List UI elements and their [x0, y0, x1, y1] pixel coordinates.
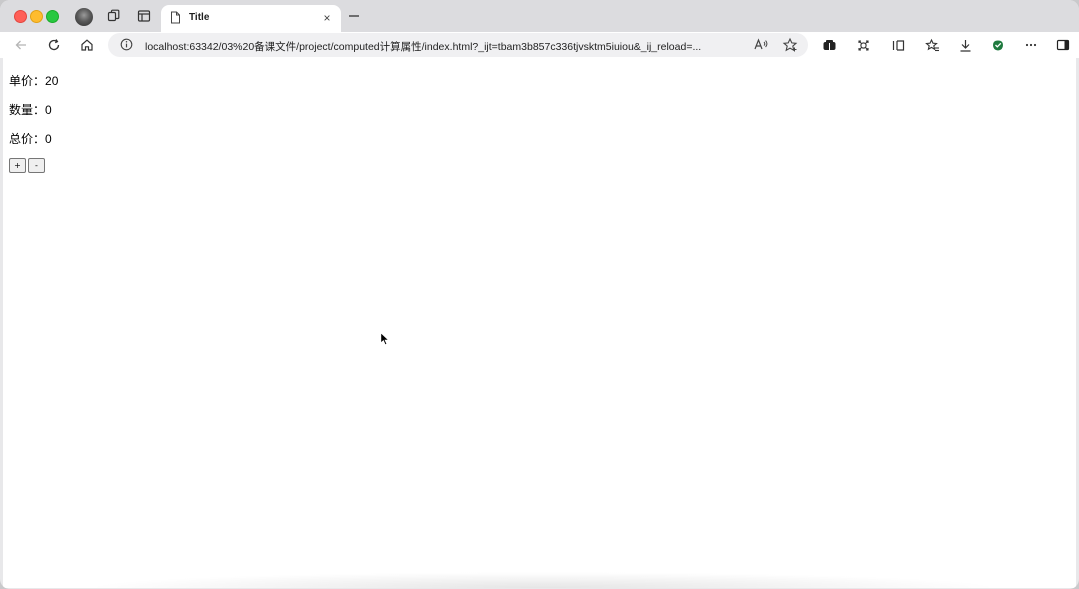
tab-title: Title: [189, 12, 210, 23]
price-value: 20: [45, 74, 59, 88]
tab-close-glyph: ×: [323, 11, 331, 25]
increment-button[interactable]: +: [9, 158, 26, 173]
workspaces-icon[interactable]: [105, 7, 123, 25]
tab-close-icon[interactable]: ×: [320, 11, 334, 25]
tab-strip: Title ×: [0, 0, 1079, 32]
decrement-button[interactable]: -: [28, 158, 45, 173]
vertical-tabs-icon[interactable]: [135, 7, 153, 25]
page-icon: [170, 11, 181, 24]
sync-icon[interactable]: [854, 36, 872, 54]
home-icon[interactable]: [78, 36, 96, 54]
browser-essentials-icon[interactable]: [989, 36, 1007, 54]
quantity-value: 0: [45, 103, 52, 117]
more-icon[interactable]: [1022, 36, 1040, 54]
favorites-icon[interactable]: [923, 36, 941, 54]
back-icon[interactable]: [12, 36, 30, 54]
total-row: 总价：0: [9, 130, 52, 147]
info-icon[interactable]: [120, 38, 133, 51]
split-screen-icon[interactable]: [889, 36, 907, 54]
new-tab-icon: [349, 15, 359, 17]
read-aloud-icon[interactable]: [753, 37, 769, 53]
sidebar-icon[interactable]: [1054, 36, 1072, 54]
total-value: 0: [45, 132, 52, 146]
total-label: 总价：: [9, 132, 46, 146]
browser-window: Title × localhost:63342/03%20备课文件/projec…: [0, 0, 1079, 589]
page-content: 单价：20 数量：0 总价：0 + -: [3, 58, 1076, 588]
profile-avatar[interactable]: [75, 8, 93, 26]
maximize-window-button[interactable]: [46, 10, 59, 23]
quantity-row: 数量：0: [9, 101, 52, 118]
bottom-shadow: [83, 572, 1003, 588]
favorite-star-icon[interactable]: [782, 37, 798, 53]
url-text: localhost:63342/03%20备课文件/project/comput…: [145, 41, 702, 53]
price-row: 单价：20: [9, 72, 58, 89]
tab-active[interactable]: Title ×: [161, 5, 341, 32]
close-window-button[interactable]: [14, 10, 27, 23]
price-label: 单价：: [9, 74, 46, 88]
quantity-label: 数量：: [9, 103, 46, 117]
minimize-window-button[interactable]: [30, 10, 43, 23]
extensions-icon[interactable]: [820, 36, 838, 54]
downloads-icon[interactable]: [956, 36, 974, 54]
new-tab-button[interactable]: [346, 8, 362, 24]
mouse-cursor-icon: [380, 332, 390, 346]
browser-toolbar: localhost:63342/03%20备课文件/project/comput…: [0, 32, 1079, 58]
address-bar[interactable]: localhost:63342/03%20备课文件/project/comput…: [108, 33, 808, 57]
refresh-icon[interactable]: [45, 36, 63, 54]
quantity-buttons: + -: [9, 158, 47, 176]
